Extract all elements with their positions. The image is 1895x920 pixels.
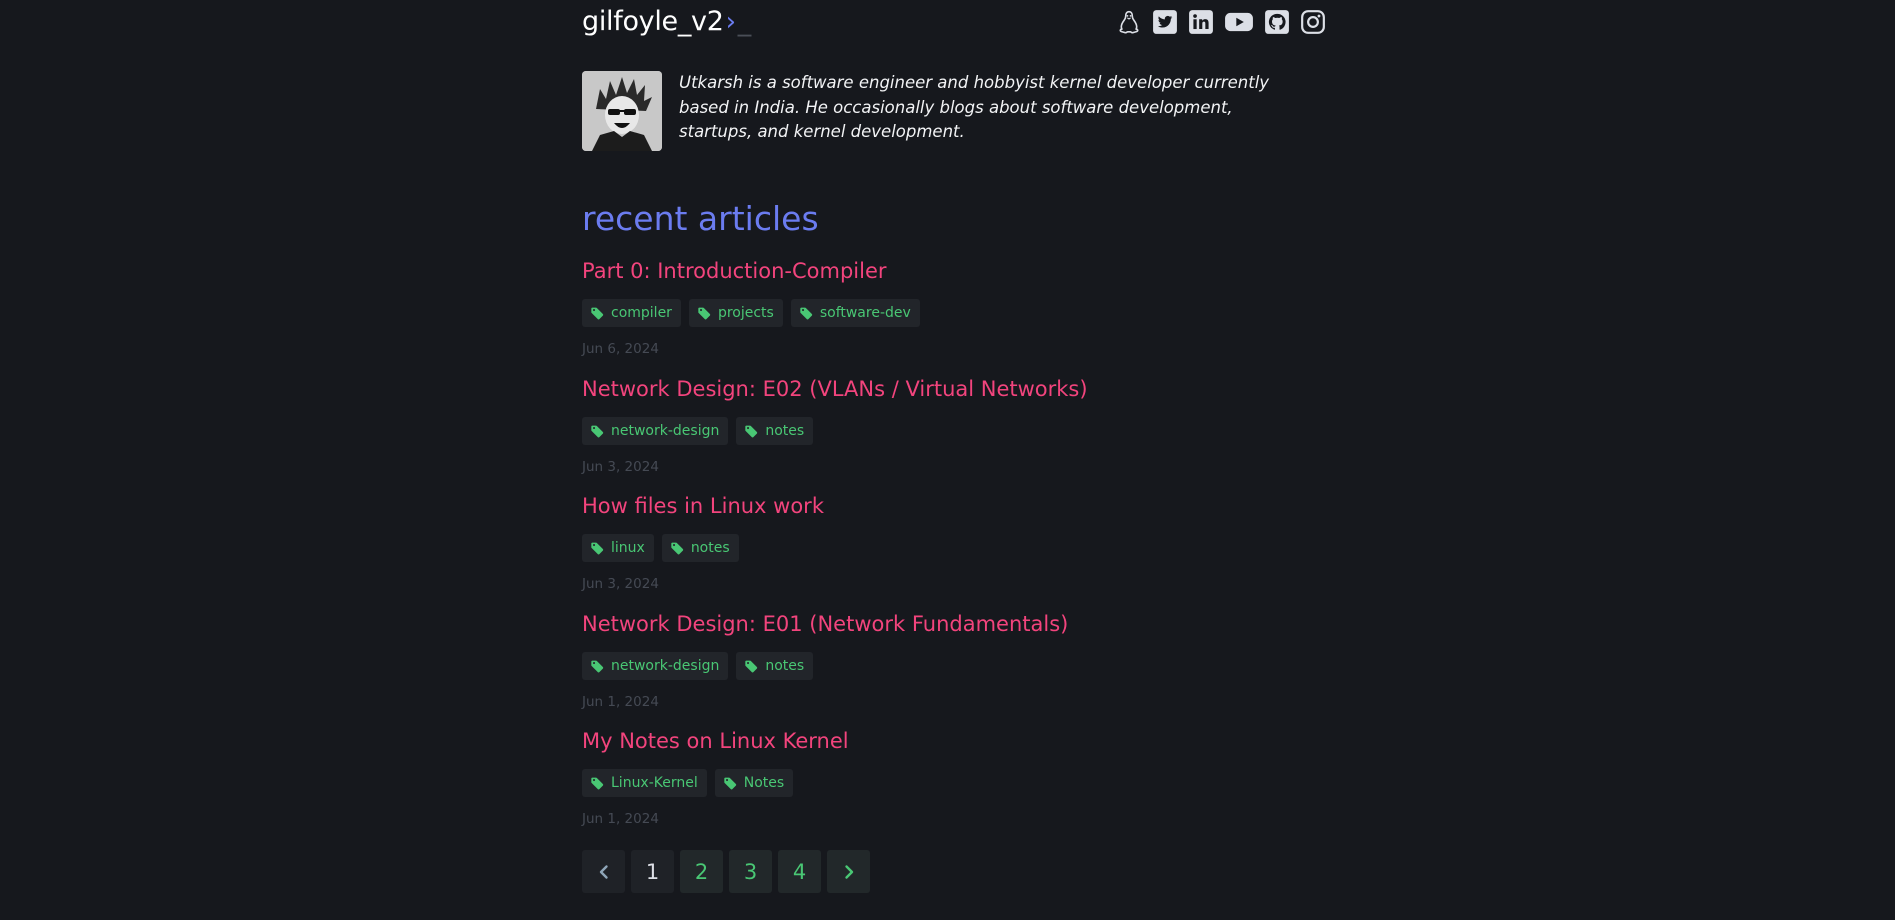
tag-chip[interactable]: Notes xyxy=(714,769,794,797)
tag-list: Linux-Kernel Notes xyxy=(582,769,794,797)
article-item: Network Design: E01 (Network Fundamental… xyxy=(582,612,1326,730)
tag-list: linux notes xyxy=(582,534,739,562)
page-button-1[interactable]: 1 xyxy=(631,850,674,893)
tag-chip[interactable]: linux xyxy=(582,534,654,562)
tag-label: notes xyxy=(690,540,730,556)
tag-icon xyxy=(671,542,684,555)
page-container: gilfoyle_v2›_ Utkarsh is a software engi… xyxy=(582,0,1326,893)
article-date: Jun 3, 2024 xyxy=(582,576,659,592)
tag-icon xyxy=(745,425,758,437)
tag-icon xyxy=(698,307,711,320)
tag-label: Linux-Kernel xyxy=(611,775,698,791)
tag-icon xyxy=(591,425,604,437)
tag-chip[interactable]: network-design xyxy=(582,651,729,680)
section-title: recent articles xyxy=(582,199,819,238)
article-title-link[interactable]: Network Design: E02 (VLANs / Virtual Net… xyxy=(582,377,1088,401)
article-date: Jun 1, 2024 xyxy=(582,811,659,827)
site-logo[interactable]: gilfoyle_v2›_ xyxy=(582,6,751,37)
article-item: How files in Linux work linux notes Jun 3, … xyxy=(582,494,1326,612)
tag-label: Notes xyxy=(743,775,785,791)
tag-icon xyxy=(591,307,604,320)
tag-chip[interactable]: compiler xyxy=(582,299,681,327)
avatar xyxy=(582,71,662,151)
tag-chip[interactable]: Linux-Kernel xyxy=(582,769,707,797)
social-links xyxy=(1116,9,1326,35)
tag-label: network-design xyxy=(611,657,720,674)
pagination: 1 2 3 4 xyxy=(582,850,870,893)
author-bio: Utkarsh is a software engineer and hobby… xyxy=(679,73,1270,141)
prompt-chevron-icon: › xyxy=(725,7,736,37)
tag-icon xyxy=(800,307,813,320)
article-title-link[interactable]: Network Design: E01 (Network Fundamental… xyxy=(582,612,1068,636)
tag-icon xyxy=(591,542,604,555)
linux-tux-icon[interactable] xyxy=(1116,9,1142,35)
author-profile: Utkarsh is a software engineer and hobby… xyxy=(582,71,1284,151)
page-button-2[interactable]: 2 xyxy=(680,850,723,893)
article-title-link[interactable]: My Notes on Linux Kernel xyxy=(582,729,849,753)
page-button-4[interactable]: 4 xyxy=(778,850,821,893)
twitter-icon[interactable] xyxy=(1152,9,1178,35)
tag-icon xyxy=(745,660,758,672)
tag-label: notes xyxy=(765,657,805,674)
article-date: Jun 6, 2024 xyxy=(582,341,659,357)
tag-chip[interactable]: software-dev xyxy=(790,299,920,327)
article-item: Network Design: E02 (VLANs / Virtual Net… xyxy=(582,377,1326,495)
tag-label: linux xyxy=(611,540,645,556)
article-title-link[interactable]: How files in Linux work xyxy=(582,494,824,518)
site-title[interactable]: gilfoyle_v2 xyxy=(582,6,724,37)
next-page-button[interactable] xyxy=(827,850,870,893)
tag-label: software-dev xyxy=(819,305,911,321)
youtube-icon[interactable] xyxy=(1224,9,1254,35)
tag-chip[interactable]: notes xyxy=(736,416,814,445)
site-header: gilfoyle_v2›_ xyxy=(582,0,1326,50)
chevron-right-icon xyxy=(844,864,853,879)
article-date: Jun 3, 2024 xyxy=(582,458,659,475)
article-item: Part 0: Introduction-Compiler compiler pro… xyxy=(582,259,1326,377)
article-item: My Notes on Linux Kernel Linux-Kernel Note… xyxy=(582,729,1326,847)
tag-icon xyxy=(724,777,736,790)
tag-label: network-design xyxy=(611,422,720,439)
tag-icon xyxy=(591,660,604,672)
tag-icon xyxy=(591,777,604,790)
tag-chip[interactable]: notes xyxy=(736,651,814,680)
prev-page-button[interactable] xyxy=(582,850,625,893)
tag-list: network-design notes xyxy=(582,651,814,680)
page-button-3[interactable]: 3 xyxy=(729,850,772,893)
terminal-cursor: _ xyxy=(737,6,752,37)
instagram-icon[interactable] xyxy=(1300,9,1326,35)
chevron-left-icon xyxy=(599,864,608,879)
tag-list: network-design notes xyxy=(582,416,814,445)
tag-chip[interactable]: notes xyxy=(661,534,739,562)
tag-label: compiler xyxy=(611,305,672,321)
article-list: Part 0: Introduction-Compiler compiler pro… xyxy=(582,259,1326,847)
article-date: Jun 1, 2024 xyxy=(582,693,659,710)
tag-chip[interactable]: projects xyxy=(688,299,783,327)
tag-list: compiler projects software-dev xyxy=(582,299,920,327)
linkedin-icon[interactable] xyxy=(1188,9,1214,35)
tag-chip[interactable]: network-design xyxy=(582,416,729,445)
github-icon[interactable] xyxy=(1264,9,1290,35)
tag-label: notes xyxy=(765,422,805,439)
article-title-link[interactable]: Part 0: Introduction-Compiler xyxy=(582,259,887,283)
tag-label: projects xyxy=(717,305,774,321)
